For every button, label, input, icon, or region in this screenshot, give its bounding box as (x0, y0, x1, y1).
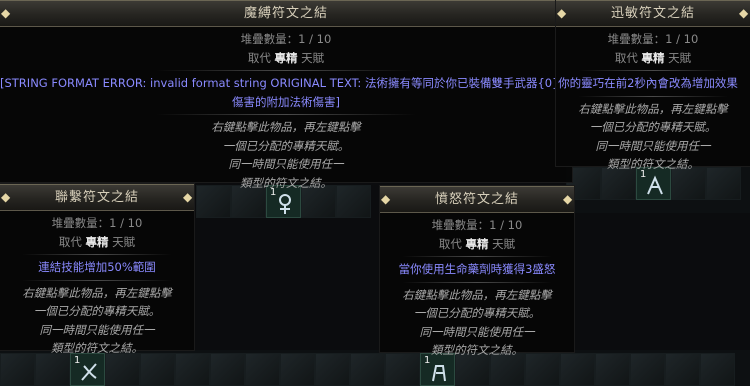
replace-prefix: 取代 (438, 236, 462, 251)
usage-text: 一個已分配的專精天賦。 (413, 306, 541, 320)
replace-suffix: 天賦 (112, 234, 136, 249)
stack-size: 堆疊數量：1 / 10 (607, 32, 699, 46)
inventory-slot[interactable] (245, 353, 280, 386)
inventory-slot[interactable] (280, 353, 315, 386)
modifier-line: 當你使用生命藥劑時獲得3盛怒 (398, 262, 556, 276)
stack-size: 堆疊數量：1 / 10 (240, 32, 332, 46)
replace-line: 取代 專精 天賦 (380, 235, 574, 254)
inventory-slot[interactable] (630, 353, 665, 386)
separator (22, 254, 172, 255)
modifier-line: [STRING FORMAT ERROR: invalid format str… (0, 76, 594, 90)
replace-line: 取代 專精 天賦 (0, 233, 194, 252)
usage-text: 一個已分配的專精天賦。 (589, 120, 717, 134)
separator (156, 114, 416, 115)
usage-text: 類型的符文之結。 (51, 341, 143, 355)
usage-text: 類型的符文之結。 (431, 343, 523, 357)
inventory-slot[interactable] (665, 353, 700, 386)
header-ornament-icon: ◆ (563, 192, 574, 206)
inventory-slot[interactable] (0, 353, 35, 386)
item-title: 魔縛符文之結 (243, 6, 328, 21)
header-ornament-icon: ◆ (183, 190, 194, 204)
usage-text: 右鍵點擊此物品，再左鍵點擊 (578, 101, 728, 116)
usage-text: 同一時間只能使用任一 (39, 322, 155, 337)
replace-suffix: 天賦 (301, 50, 325, 65)
header-ornament-icon: ◆ (557, 6, 568, 20)
tooltip-header: ◆ 魔縛符文之結 ◆ (0, 0, 572, 27)
modifier-line: 傷害的附加法術傷害] (232, 94, 340, 109)
separator (578, 70, 728, 71)
stack-size: 堆疊數量：1 / 10 (51, 216, 143, 230)
replace-keyword: 專精 (85, 234, 109, 249)
inventory-slot[interactable] (210, 353, 245, 386)
rune-knot-icon (432, 365, 446, 382)
inventory-slot[interactable] (140, 353, 175, 386)
item-tooltip: ◆ 憤怒符文之結 ◆ 堆疊數量：1 / 10 取代 專精 天賦 當你使用生命藥劑… (380, 186, 574, 357)
inventory-item-rune-knot[interactable]: 1 (70, 353, 105, 386)
replace-prefix: 取代 (58, 234, 82, 249)
replace-suffix: 天賦 (492, 236, 516, 251)
modifier-line: 連結技能增加50%範圍 (38, 260, 156, 274)
usage-text: 右鍵點擊此物品，再左鍵點擊 (211, 120, 361, 134)
replace-keyword: 專精 (465, 236, 489, 251)
tooltip-header: ◆ 聯繫符文之結 ◆ (0, 184, 194, 211)
replace-line: 取代 專精 天賦 (556, 49, 750, 68)
rune-knot-icon (279, 194, 291, 214)
usage-text: 類型的符文之結。 (607, 157, 699, 171)
inventory-slot[interactable] (315, 353, 350, 386)
inventory-grid-strip: 1 1 (0, 353, 735, 386)
header-ornament-icon: ◆ (1, 190, 12, 204)
replace-line: 取代 專精 天賦 (0, 49, 572, 68)
item-tooltip: ◆ 聯繫符文之結 ◆ 堆疊數量：1 / 10 取代 專精 天賦 連結技能增加50… (0, 184, 194, 355)
tooltip-header: ◆ 憤怒符文之結 ◆ (380, 186, 574, 213)
inventory-slot[interactable] (35, 353, 70, 386)
separator (402, 256, 552, 257)
inventory-slot[interactable] (700, 353, 735, 386)
header-ornament-icon: ◆ (381, 192, 392, 206)
rune-knot-icon (81, 363, 97, 381)
inventory-slot[interactable] (595, 353, 630, 386)
header-ornament-icon: ◆ (739, 6, 750, 20)
replace-prefix: 取代 (614, 50, 638, 65)
replace-prefix: 取代 (247, 50, 271, 65)
modifier-line: 你的靈巧在前2秒內會改為增加效果 (558, 76, 738, 90)
usage-text: 一個已分配的專精天賦。 (33, 304, 161, 318)
item-title: 憤怒符文之結 (434, 192, 519, 207)
usage-text: 同一時間只能使用任一 (419, 324, 535, 339)
item-tooltip: ◆ 迅敏符文之結 ◆ 堆疊數量：1 / 10 取代 專精 天賦 你的靈巧在前2秒… (556, 0, 750, 171)
inventory-slot[interactable] (105, 353, 140, 386)
inventory-slot[interactable] (175, 353, 210, 386)
usage-text: 同一時間只能使用任一 (595, 138, 711, 153)
stack-size: 堆疊數量：1 / 10 (431, 218, 523, 232)
usage-text: 一個已分配的專精天賦。 (222, 138, 350, 153)
item-title: 聯繫符文之結 (54, 190, 139, 205)
usage-text: 右鍵點擊此物品，再左鍵點擊 (402, 287, 552, 302)
item-title: 迅敏符文之結 (610, 6, 695, 21)
item-tooltip: ◆ 魔縛符文之結 ◆ 堆疊數量：1 / 10 取代 專精 天賦 [STRING … (0, 0, 594, 190)
header-ornament-icon: ◆ (1, 6, 12, 20)
separator (22, 279, 172, 281)
replace-keyword: 專精 (274, 50, 298, 65)
separator (578, 95, 728, 97)
usage-text: 同一時間只能使用任一 (228, 157, 344, 171)
separator (156, 70, 416, 71)
replace-keyword: 專精 (641, 50, 665, 65)
separator (402, 281, 552, 283)
replace-suffix: 天賦 (668, 50, 692, 65)
usage-text: 右鍵點擊此物品，再左鍵點擊 (22, 285, 172, 300)
rune-knot-icon (647, 175, 663, 195)
tooltip-header: ◆ 迅敏符文之結 ◆ (556, 0, 750, 27)
